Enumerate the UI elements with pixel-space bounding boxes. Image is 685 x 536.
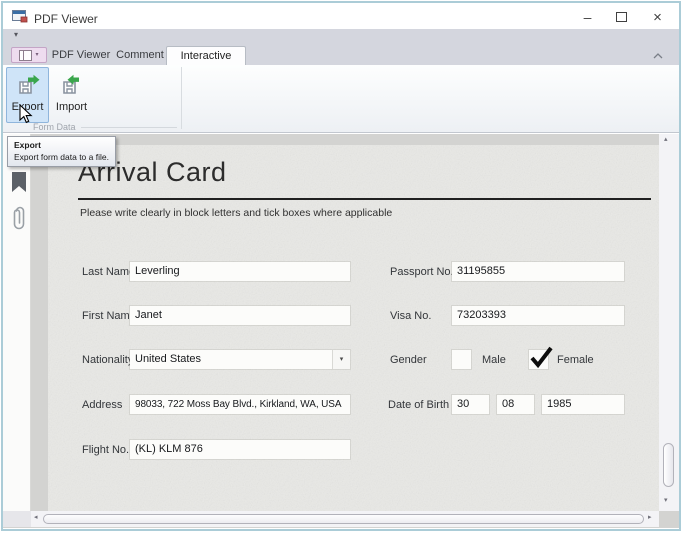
gender-female-label: Female: [557, 354, 594, 366]
group-caption: Form Data: [33, 122, 76, 132]
application-menu-button[interactable]: ▾: [11, 47, 47, 63]
bookmark-icon: [12, 172, 26, 192]
visa-no-field[interactable]: 73203393: [452, 306, 624, 325]
gender-female-checkbox[interactable]: [529, 350, 548, 369]
dob-day-field[interactable]: 30: [452, 395, 489, 414]
export-tooltip: Export Export form data to a file.: [7, 136, 116, 167]
tooltip-text: Export form data to a file.: [14, 152, 109, 162]
scroll-up-icon[interactable]: ▴: [664, 136, 668, 143]
tab-comment[interactable]: Comment: [112, 46, 168, 65]
tooltip-title: Export: [14, 140, 109, 150]
paperclip-icon: [12, 203, 27, 233]
date-of-birth-label: Date of Birth: [388, 399, 449, 411]
bookmarks-panel-button[interactable]: [10, 172, 28, 198]
gender-label: Gender: [390, 354, 427, 366]
close-icon[interactable]: ×: [642, 7, 673, 27]
last-name-field[interactable]: Leverling: [130, 262, 350, 281]
horizontal-scrollbar-thumb[interactable]: [43, 514, 644, 524]
last-name-label: Last Name: [82, 266, 135, 278]
nationality-label: Nationality: [82, 354, 133, 366]
scrollbar-corner: [3, 511, 31, 527]
group-caption-line: [81, 127, 177, 128]
export-form-data-icon: [15, 72, 41, 98]
attachments-panel-button[interactable]: [10, 203, 28, 229]
dob-month-field[interactable]: 08: [497, 395, 534, 414]
import-button-label: Import: [56, 101, 87, 113]
title-underline: [78, 198, 651, 200]
address-label: Address: [82, 399, 122, 411]
flight-no-label: Flight No.: [82, 444, 129, 456]
scroll-right-icon[interactable]: ▸: [648, 514, 652, 521]
minimize-icon[interactable]: –: [572, 7, 603, 27]
combobox-dropdown-icon[interactable]: ▾: [332, 350, 350, 369]
vertical-scrollbar-thumb[interactable]: [663, 443, 674, 487]
scroll-left-icon[interactable]: ◂: [34, 514, 38, 521]
passport-no-label: Passport No.: [390, 266, 454, 278]
nationality-value: United States: [135, 353, 201, 365]
application-menu-icon: [19, 50, 32, 61]
passport-no-field[interactable]: 31195855: [452, 262, 624, 281]
window-title: PDF Viewer: [34, 12, 98, 26]
checkmark-icon: [527, 344, 554, 370]
quick-access-dropdown-icon[interactable]: ▾: [14, 31, 18, 39]
ribbon-collapse-icon[interactable]: [648, 50, 668, 62]
address-field[interactable]: 98033, 722 Moss Bay Blvd., Kirkland, WA,…: [130, 395, 350, 414]
nationality-combobox[interactable]: United States ▾: [130, 350, 350, 369]
dob-year-field[interactable]: 1985: [542, 395, 624, 414]
mouse-cursor-icon: [19, 104, 33, 124]
maximize-icon[interactable]: [606, 7, 637, 27]
tab-interactive-form[interactable]: Interactive Form: [166, 46, 246, 65]
gender-male-checkbox[interactable]: [452, 350, 471, 369]
first-name-field[interactable]: Janet: [130, 306, 350, 325]
application-menu-dropdown-icon: ▾: [35, 52, 38, 58]
flight-no-field[interactable]: (KL) KLM 876: [130, 440, 350, 459]
scroll-down-icon[interactable]: ▾: [664, 497, 668, 504]
visa-no-label: Visa No.: [390, 310, 431, 322]
pdf-page: Arrival Card Please write clearly in blo…: [48, 145, 659, 511]
page-subtitle: Please write clearly in block letters an…: [80, 207, 392, 219]
gender-male-label: Male: [482, 354, 506, 366]
title-bar: PDF Viewer – ×: [3, 3, 679, 29]
app-icon: [12, 10, 28, 23]
import-button[interactable]: Import: [50, 67, 93, 123]
ribbon-group-separator: [181, 67, 182, 129]
first-name-label: First Name: [82, 310, 136, 322]
import-form-data-icon: [59, 72, 85, 98]
tab-pdf-viewer[interactable]: PDF Viewer: [50, 46, 112, 65]
